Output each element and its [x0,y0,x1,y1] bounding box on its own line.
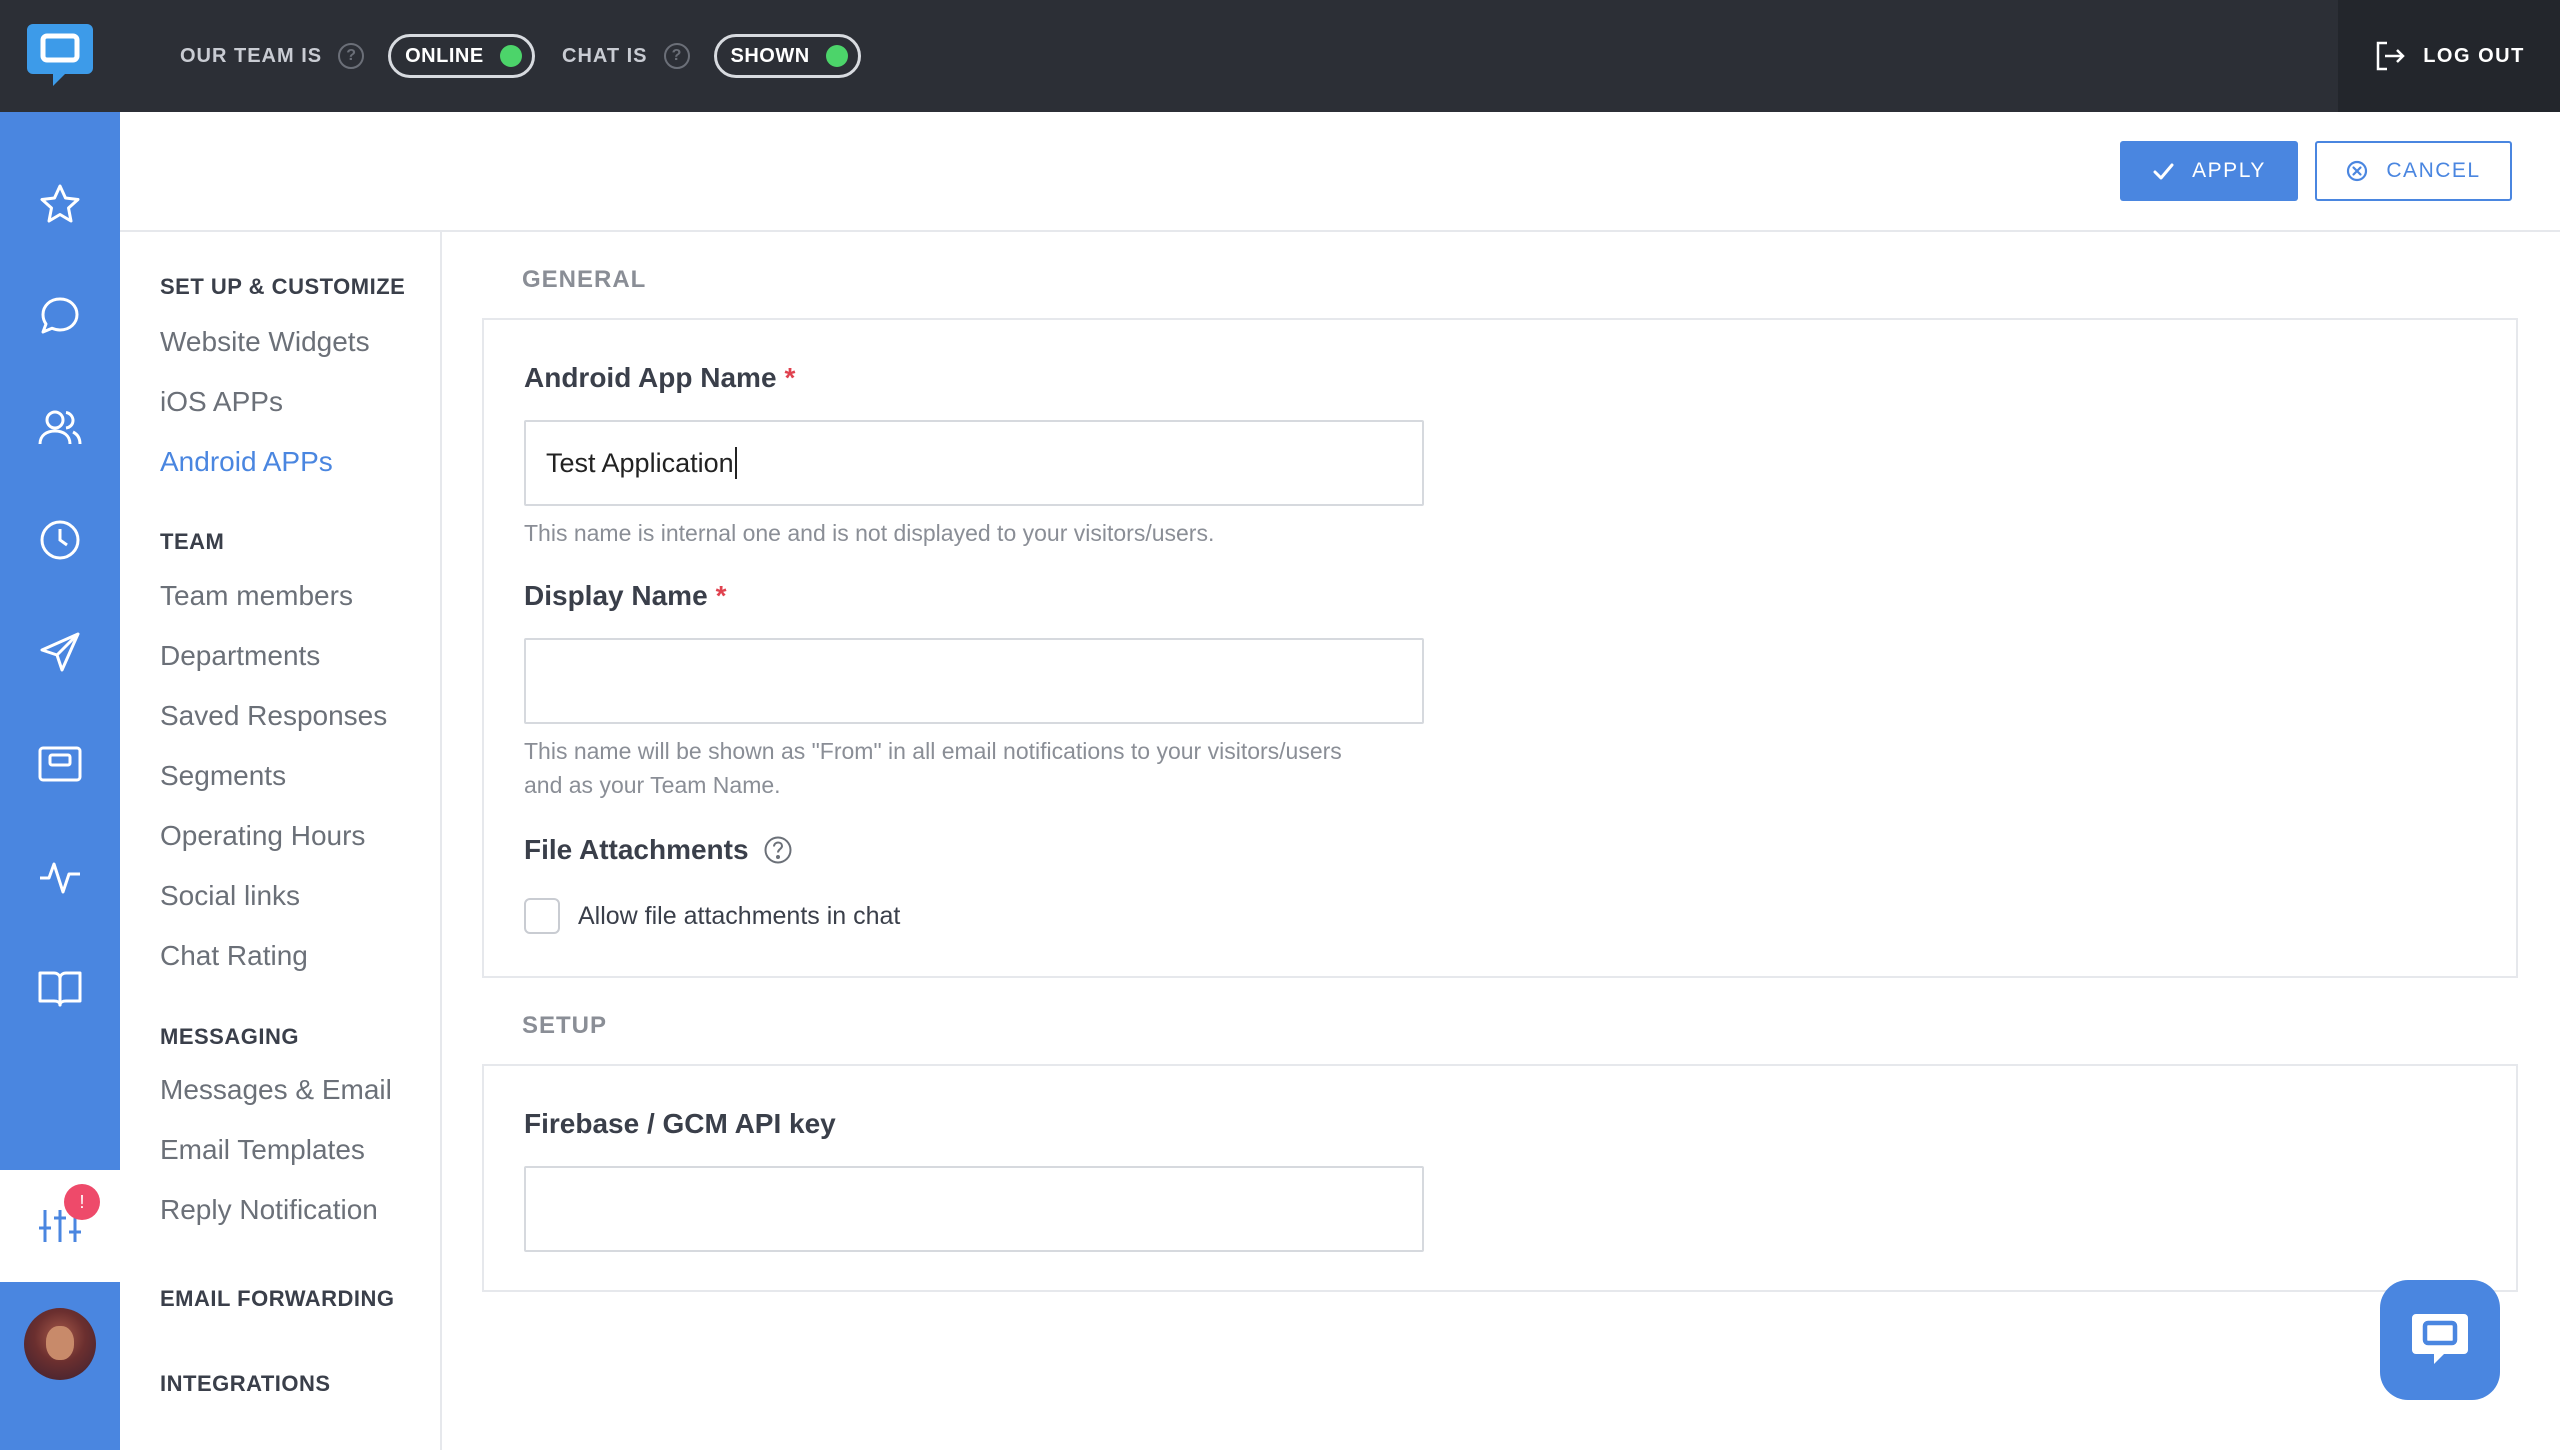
app-logo[interactable] [0,0,120,112]
status-dot-icon [499,45,522,67]
app-name-hint: This name is internal one and is not dis… [524,520,1215,546]
notification-badge: ! [64,1184,100,1220]
menu-heading-messaging: MESSAGING [160,1024,299,1049]
display-name-label-text: Display Name [524,580,708,611]
menu-item-team-members[interactable]: Team members [160,580,353,612]
star-icon [40,184,80,223]
logout-label: LOG OUT [2423,44,2525,67]
file-attachments-label: File Attachments [524,834,793,866]
api-key-input[interactable] [524,1166,1424,1252]
status-dot-icon [825,45,848,67]
cancel-label: CANCEL [2386,159,2481,182]
check-icon [2153,163,2174,180]
nav-widgets[interactable] [0,724,120,804]
menu-heading-email-forwarding[interactable]: EMAIL FORWARDING [160,1286,395,1312]
app-name-value: Test Application [546,447,734,478]
app-name-input[interactable]: Test Application [524,420,1424,506]
required-mark: * [784,362,796,393]
display-name-label: Display Name * [524,580,727,612]
nav-favorites[interactable] [0,164,120,244]
chat-shown-toggle[interactable]: SHOWN [713,34,861,78]
book-icon [38,971,82,1007]
general-card: Android App Name * Test Application This … [482,318,2518,978]
team-online-toggle[interactable]: ONLINE [388,34,535,78]
apply-label: APPLY [2192,159,2266,182]
top-bar: OUR TEAM IS ? ONLINE CHAT IS ? SHOWN LOG… [0,0,2560,112]
nav-reports[interactable] [0,836,120,916]
app-name-label-text: Android App Name [524,362,777,393]
menu-item-android-apps[interactable]: Android APPs [160,446,333,478]
nav-visitors[interactable] [0,388,120,468]
cancel-button[interactable]: CANCEL [2315,141,2512,201]
display-name-input[interactable] [524,638,1424,724]
nav-knowledge-base[interactable] [0,948,120,1028]
nav-history[interactable] [0,500,120,580]
team-status-label: OUR TEAM IS [180,44,323,67]
menu-item-operating-hours[interactable]: Operating Hours [160,820,365,852]
help-icon[interactable] [763,835,793,865]
menu-item-messages-email[interactable]: Messages & Email [160,1074,392,1106]
menu-item-social-links[interactable]: Social links [160,880,300,912]
chat-status-group: CHAT IS ? SHOWN [562,34,861,78]
widget-icon [38,746,82,782]
avatar[interactable] [24,1308,96,1380]
users-icon [38,410,82,445]
menu-heading-integrations[interactable]: INTEGRATIONS [160,1371,331,1397]
chat-launcher-icon [2412,1314,2468,1364]
nav-settings[interactable]: ! [0,1170,120,1282]
logout-icon [2376,41,2405,71]
menu-item-ios-apps[interactable]: iOS APPs [160,386,283,418]
menu-item-departments[interactable]: Departments [160,640,320,672]
api-key-label: Firebase / GCM API key [524,1108,836,1139]
help-icon[interactable]: ? [663,43,690,69]
chat-status-value: SHOWN [730,44,810,67]
menu-item-segments[interactable]: Segments [160,760,286,792]
menu-item-website-widgets[interactable]: Website Widgets [160,326,370,358]
nav-campaigns[interactable] [0,612,120,692]
menu-item-saved-responses[interactable]: Saved Responses [160,700,387,732]
settings-menu: SET UP & CUSTOMIZE Website Widgets iOS A… [120,232,442,1450]
menu-item-reply-notification[interactable]: Reply Notification [160,1194,378,1226]
logout-button[interactable]: LOG OUT [2338,0,2560,112]
menu-item-chat-rating[interactable]: Chat Rating [160,940,308,972]
team-status-value: ONLINE [405,44,484,67]
setup-card: Firebase / GCM API key [482,1064,2518,1292]
file-attachments-label-text: File Attachments [524,834,749,865]
send-icon [40,632,80,672]
text-caret [734,447,737,479]
apply-button[interactable]: APPLY [2120,141,2298,201]
clock-icon [40,520,80,560]
section-title-general: GENERAL [522,266,647,293]
chat-logo-icon [27,24,93,86]
menu-heading-setup: SET UP & CUSTOMIZE [160,274,406,299]
help-icon[interactable]: ? [338,43,365,69]
menu-heading-team: TEAM [160,529,225,554]
chat-status-label: CHAT IS [562,44,648,67]
required-mark: * [715,580,727,611]
nav-chats[interactable] [0,276,120,356]
allow-attachments-label[interactable]: Allow file attachments in chat [578,902,900,931]
display-name-hint: This name will be shown as "From" in all… [524,738,1342,798]
chat-bubble-icon [41,297,79,334]
app-name-label: Android App Name * [524,362,795,394]
close-circle-icon [2347,160,2368,182]
activity-icon [40,862,80,894]
chat-launcher-button[interactable] [2380,1280,2500,1400]
menu-item-email-templates[interactable]: Email Templates [160,1134,365,1166]
allow-attachments-checkbox[interactable] [524,898,560,934]
section-title-setup: SETUP [522,1012,608,1039]
team-status-group: OUR TEAM IS ? ONLINE [180,34,535,78]
